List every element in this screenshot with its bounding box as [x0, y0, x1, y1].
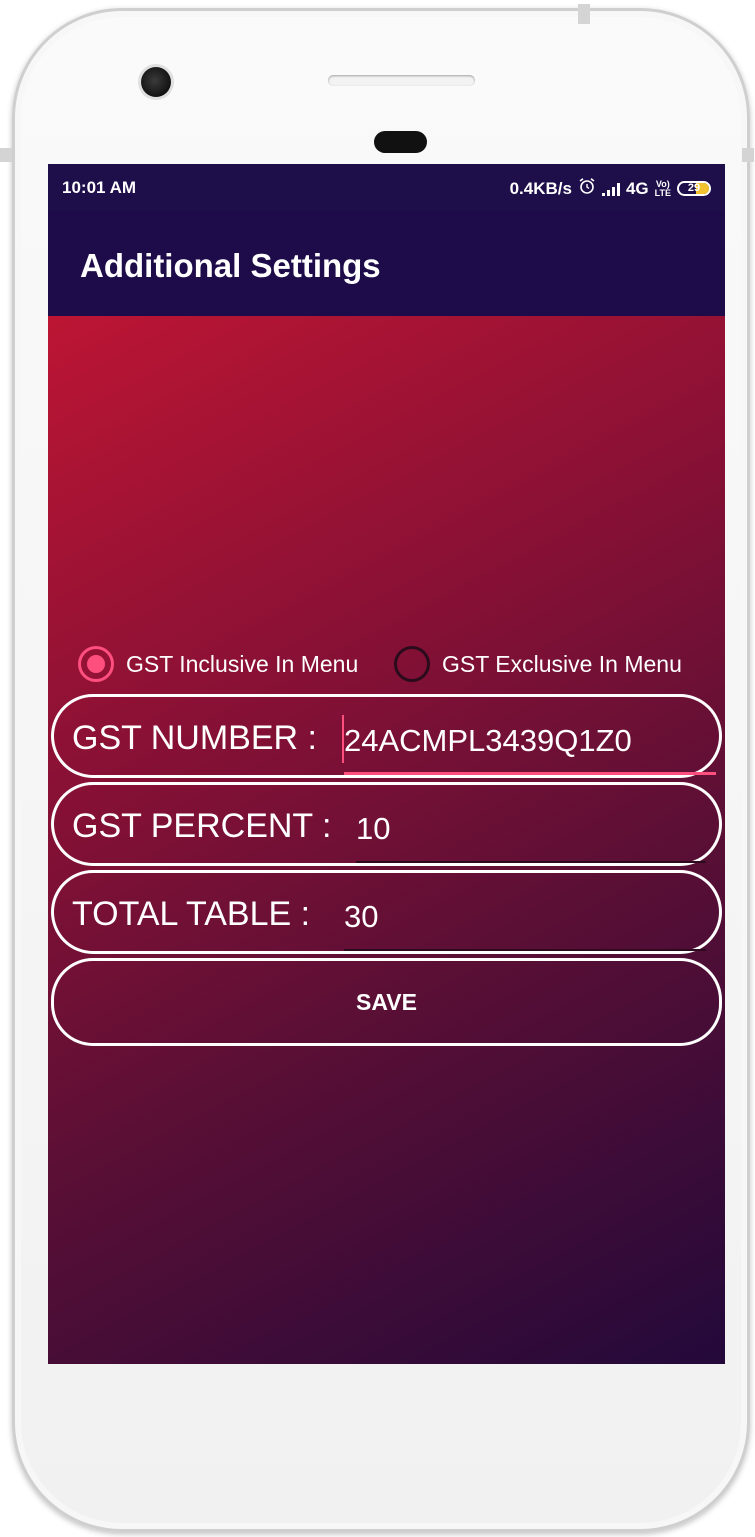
gst-number-label: GST NUMBER : — [72, 719, 317, 757]
status-icons: 0.4KB/s 4G Vo) LTE 29 — [510, 177, 711, 200]
radio-label-exclusive: GST Exclusive In Menu — [442, 650, 682, 677]
gst-number-field: GST NUMBER : 24ACMPL3439Q1Z0 — [51, 694, 722, 778]
network-type: 4G — [625, 178, 649, 198]
power-button — [578, 4, 590, 24]
save-button-label: SAVE — [356, 989, 417, 1015]
total-table-value: 30 — [344, 899, 379, 934]
radio-checked-icon — [78, 646, 114, 682]
gst-percent-value: 10 — [356, 811, 391, 846]
page-title: Additional Settings — [80, 247, 381, 284]
radio-unchecked-icon — [394, 646, 430, 682]
signal-icon — [601, 182, 620, 196]
front-camera — [141, 67, 171, 97]
radio-gst-inclusive[interactable]: GST Inclusive In Menu — [78, 644, 358, 684]
alarm-icon — [578, 177, 596, 200]
earpiece-speaker — [328, 75, 475, 86]
side-bezel-right — [742, 148, 754, 162]
total-table-label: TOTAL TABLE : — [72, 895, 311, 933]
status-bar: 10:01 AM 0.4KB/s 4G Vo) LTE 29 — [48, 164, 725, 211]
gst-percent-label: GST PERCENT : — [72, 807, 332, 845]
battery-level: 29 — [687, 182, 701, 194]
status-time: 10:01 AM — [62, 178, 137, 197]
phone-screen: 10:01 AM 0.4KB/s 4G Vo) LTE 29 Additiona… — [48, 164, 725, 1364]
gst-number-input[interactable]: 24ACMPL3439Q1Z0 — [342, 697, 716, 775]
volte-icon: Vo) LTE — [654, 179, 671, 198]
volte-bottom: LTE — [654, 187, 671, 198]
total-table-field: TOTAL TABLE : 30 — [51, 870, 722, 954]
side-bezel-left — [0, 148, 12, 162]
battery-icon: 29 — [677, 181, 711, 196]
app-bar: Additional Settings — [48, 211, 725, 316]
save-button[interactable]: SAVE — [51, 958, 722, 1046]
settings-content: GST Inclusive In Menu GST Exclusive In M… — [48, 316, 725, 1364]
gst-mode-radio-group: GST Inclusive In Menu GST Exclusive In M… — [78, 644, 725, 684]
radio-label-inclusive: GST Inclusive In Menu — [126, 650, 359, 677]
proximity-sensor — [374, 131, 427, 153]
total-table-input[interactable]: 30 — [344, 873, 706, 951]
gst-percent-field: GST PERCENT : 10 — [51, 782, 722, 866]
network-speed: 0.4KB/s — [509, 178, 572, 198]
gst-number-value: 24ACMPL3439Q1Z0 — [344, 723, 632, 758]
radio-gst-exclusive[interactable]: GST Exclusive In Menu — [394, 644, 682, 684]
gst-percent-input[interactable]: 10 — [356, 785, 706, 863]
